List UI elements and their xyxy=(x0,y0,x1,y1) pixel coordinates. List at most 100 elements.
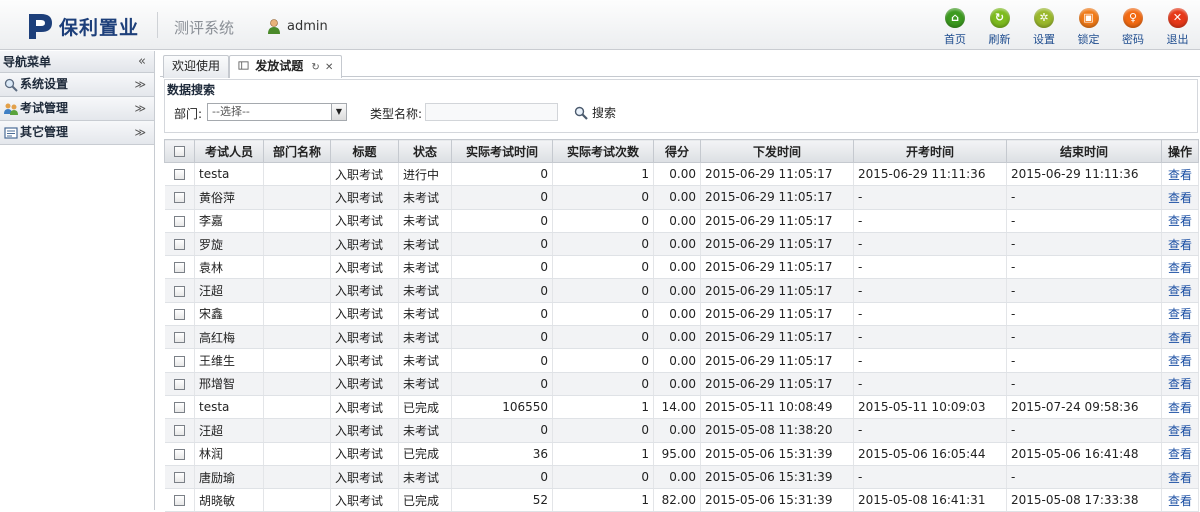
view-link[interactable]: 查看 xyxy=(1168,331,1192,345)
logout-button[interactable]: ✕ 退出 xyxy=(1155,6,1200,48)
sidebar-item-exam-management[interactable]: 考试管理 ≫ xyxy=(0,97,154,121)
table-cell: 2015-05-08 11:38:20 xyxy=(700,418,854,443)
table-cell: - xyxy=(853,325,1007,350)
home-button[interactable]: ⌂ 首页 xyxy=(933,6,978,48)
table-cell xyxy=(263,302,331,327)
view-link[interactable]: 查看 xyxy=(1168,261,1192,275)
view-link[interactable]: 查看 xyxy=(1168,424,1192,438)
dept-select[interactable]: --选择-- ▼ xyxy=(207,103,347,121)
view-link[interactable]: 查看 xyxy=(1168,401,1192,415)
collapse-sidebar-icon[interactable]: « xyxy=(138,51,146,73)
column-header[interactable]: 结束时间 xyxy=(1006,139,1162,163)
tab-label: 欢迎使用 xyxy=(172,59,221,73)
view-link[interactable]: 查看 xyxy=(1168,354,1192,368)
table-cell: 罗旋 xyxy=(194,232,264,257)
table-cell: 0 xyxy=(552,209,654,233)
table-cell: 0.00 xyxy=(653,372,701,396)
refresh-button[interactable]: ↻ 刷新 xyxy=(977,6,1022,48)
table-row: 汪超 入职考试 未考试 0 0 0.00 2015-06-29 11:05:17- - 查看 xyxy=(164,278,1199,303)
view-link[interactable]: 查看 xyxy=(1168,168,1192,182)
row-checkbox[interactable] xyxy=(173,425,185,437)
tab-close-icon[interactable]: ✕ xyxy=(325,62,333,73)
table-cell xyxy=(263,325,331,350)
dept-select-value: --选择-- xyxy=(212,105,250,118)
view-link[interactable]: 查看 xyxy=(1168,447,1192,461)
search-button[interactable]: 搜索 xyxy=(574,104,616,121)
table-cell: 0.00 xyxy=(653,302,701,327)
table-row: 汪超 入职考试 未考试 0 0 0.00 2015-05-08 11:38:20- - 查看 xyxy=(164,418,1199,443)
key-icon: ♀ xyxy=(1123,8,1143,28)
table-cell: - xyxy=(853,278,1007,303)
table-cell: - xyxy=(853,348,1007,373)
tab-issue-exam[interactable]: 发放试题 ↻ ✕ xyxy=(229,55,343,78)
row-checkbox[interactable] xyxy=(173,169,185,181)
lock-label: 锁定 xyxy=(1077,33,1100,46)
row-checkbox[interactable] xyxy=(173,239,185,251)
view-link[interactable]: 查看 xyxy=(1168,494,1192,508)
row-checkbox[interactable] xyxy=(173,448,185,460)
table-cell xyxy=(263,488,331,512)
table-cell: 未考试 xyxy=(398,418,452,443)
tab-welcome[interactable]: 欢迎使用 xyxy=(163,55,230,78)
column-header[interactable]: 状态 xyxy=(398,139,452,163)
table-cell: 汪超 xyxy=(194,418,264,443)
row-checkbox[interactable] xyxy=(173,378,185,390)
column-header[interactable]: 实际考试次数 xyxy=(552,139,654,163)
table-row: 袁林 入职考试 未考试 0 0 0.00 2015-06-29 11:05:17- - 查看 xyxy=(164,255,1199,280)
table-cell: 入职考试 xyxy=(330,348,399,373)
row-checkbox[interactable] xyxy=(173,472,185,483)
table-cell: 0 xyxy=(552,325,654,350)
tab-refresh-icon[interactable]: ↻ xyxy=(311,62,319,73)
view-link[interactable]: 查看 xyxy=(1168,471,1192,485)
column-header[interactable]: 实际考试时间 xyxy=(451,139,553,163)
column-header[interactable]: 部门名称 xyxy=(263,139,331,163)
dept-label: 部门: xyxy=(174,107,203,121)
row-checkbox[interactable] xyxy=(173,215,185,227)
table-cell: 入职考试 xyxy=(330,209,399,233)
view-link[interactable]: 查看 xyxy=(1168,307,1192,321)
table-cell: 2015-07-24 09:58:36 xyxy=(1006,395,1162,420)
table-cell: 106550 xyxy=(451,395,553,420)
view-link[interactable]: 查看 xyxy=(1168,238,1192,252)
table-cell: 0.00 xyxy=(653,465,701,490)
table-cell: 0 xyxy=(552,348,654,373)
chevron-down-icon: ≫ xyxy=(134,78,146,91)
column-header[interactable]: 开考时间 xyxy=(853,139,1007,163)
row-checkbox[interactable] xyxy=(173,192,185,204)
password-button[interactable]: ♀ 密码 xyxy=(1111,6,1156,48)
table-cell: 查看 xyxy=(1161,348,1199,373)
row-checkbox[interactable] xyxy=(173,285,185,297)
sidebar-item-system-settings[interactable]: 系统设置 ≫ xyxy=(0,73,154,97)
sidebar-item-other-management[interactable]: 其它管理 ≫ xyxy=(0,121,154,145)
column-header[interactable]: 标题 xyxy=(330,139,399,163)
row-checkbox[interactable] xyxy=(173,355,185,367)
settings-button[interactable]: ✲ 设置 xyxy=(1022,6,1067,48)
table-cell: 入职考试 xyxy=(330,325,399,350)
table-cell: 0 xyxy=(552,185,654,210)
column-header[interactable]: 得分 xyxy=(653,139,701,163)
row-select-cell xyxy=(164,209,195,233)
table-cell: 0 xyxy=(552,418,654,443)
lock-button[interactable]: ▣ 锁定 xyxy=(1066,6,1111,48)
table-cell: 未考试 xyxy=(398,302,452,327)
settings-label: 设置 xyxy=(1033,33,1055,46)
view-link[interactable]: 查看 xyxy=(1168,284,1192,298)
table-cell: 0 xyxy=(552,278,654,303)
row-checkbox[interactable] xyxy=(173,308,185,320)
view-link[interactable]: 查看 xyxy=(1168,191,1192,205)
column-header[interactable]: 考试人员 xyxy=(194,139,264,163)
row-checkbox[interactable] xyxy=(173,332,185,344)
select-all-checkbox[interactable] xyxy=(174,146,185,157)
view-link[interactable]: 查看 xyxy=(1168,214,1192,228)
current-user: admin xyxy=(266,18,328,34)
table-cell: 2015-06-29 11:05:17 xyxy=(700,348,854,373)
type-name-label: 类型名称: xyxy=(370,107,423,121)
table-cell: 14.00 xyxy=(653,395,701,420)
view-link[interactable]: 查看 xyxy=(1168,377,1192,391)
column-header[interactable]: 下发时间 xyxy=(700,139,854,163)
row-checkbox[interactable] xyxy=(173,495,185,507)
row-checkbox[interactable] xyxy=(173,262,185,274)
table-cell: 0.00 xyxy=(653,232,701,257)
row-checkbox[interactable] xyxy=(173,402,185,414)
type-name-input[interactable] xyxy=(425,103,558,121)
